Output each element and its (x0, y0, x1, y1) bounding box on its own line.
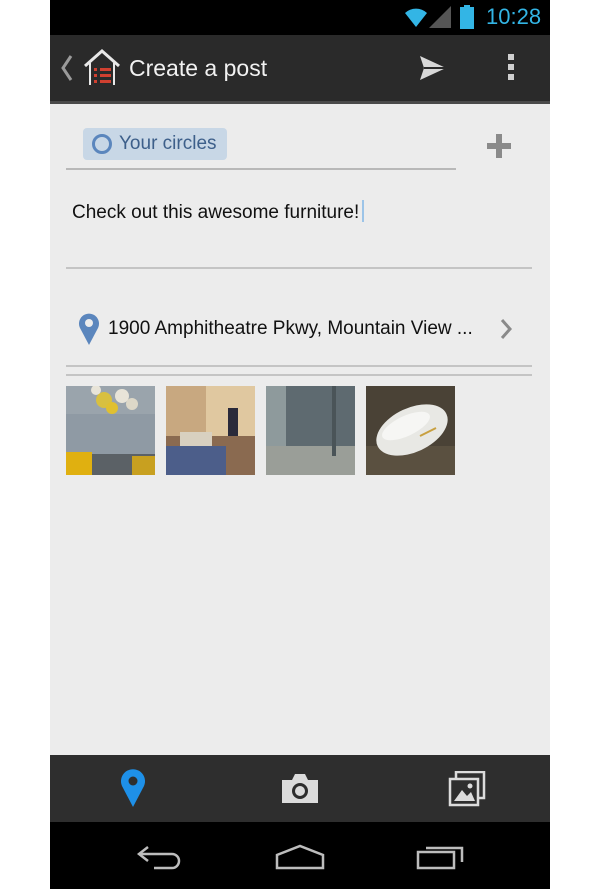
status-bar: 10:28 (50, 0, 550, 35)
recent-apps-icon[interactable] (416, 844, 466, 870)
action-bar: Create a post (50, 35, 550, 104)
chevron-right-icon[interactable] (499, 318, 513, 340)
post-text: Check out this awesome furniture! (72, 202, 360, 223)
battery-icon (460, 5, 474, 29)
app-home-icon[interactable] (82, 47, 122, 87)
location-pin-icon (79, 313, 99, 345)
send-icon[interactable] (419, 55, 447, 81)
post-text-input[interactable]: Check out this awesome furniture! (72, 200, 365, 224)
compose-area: Your circles Check out this awesome furn… (50, 104, 550, 755)
section-divider (66, 374, 532, 376)
location-pin-icon[interactable] (120, 768, 146, 808)
photo-thumbnail[interactable] (66, 386, 155, 475)
photo-thumbnail[interactable] (266, 386, 355, 475)
photo-thumbnail[interactable] (366, 386, 455, 475)
back-icon[interactable] (136, 844, 186, 870)
bottom-toolbar (50, 755, 550, 822)
camera-icon[interactable] (280, 772, 320, 804)
audience-field-underline (66, 168, 456, 170)
wifi-icon (405, 8, 427, 27)
back-icon[interactable] (58, 53, 76, 83)
text-cursor (362, 200, 365, 222)
phone-screen: 10:28 Create a post Your circles Check o… (50, 0, 550, 889)
status-time: 10:28 (486, 4, 542, 29)
photo-thumbnail[interactable] (166, 386, 255, 475)
navigation-bar (50, 822, 550, 889)
circle-icon (92, 134, 112, 154)
audience-chip-label: Your circles (119, 133, 217, 154)
signal-icon (429, 6, 451, 28)
audience-chip[interactable]: Your circles (83, 128, 227, 160)
home-icon[interactable] (274, 844, 326, 870)
plus-icon[interactable] (486, 133, 512, 159)
post-field-underline (66, 267, 532, 269)
location-field-underline (66, 365, 532, 367)
gallery-icon[interactable] (448, 771, 486, 807)
page-title: Create a post (129, 55, 268, 81)
location-text[interactable]: 1900 Amphitheatre Pkwy, Mountain View ..… (108, 318, 473, 340)
overflow-menu-icon[interactable] (507, 52, 515, 82)
